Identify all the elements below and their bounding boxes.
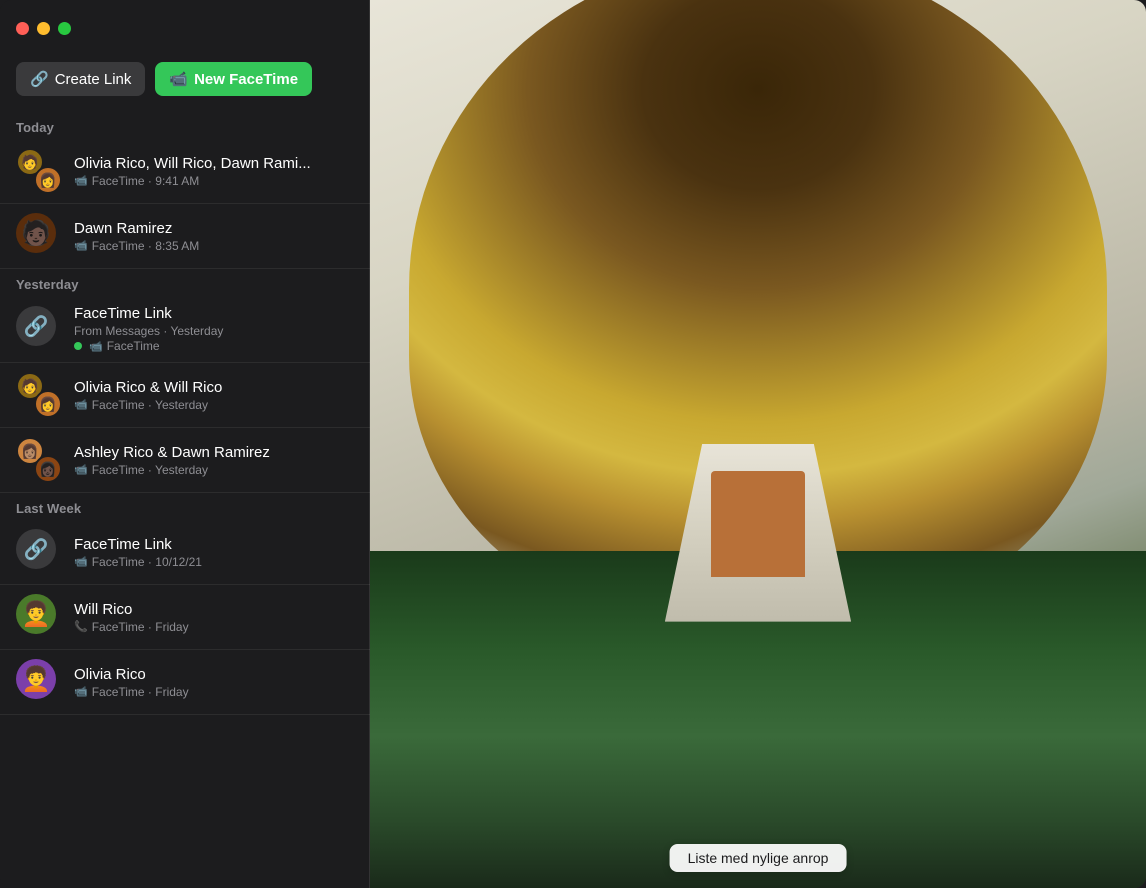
call-name: Ashley Rico & Dawn Ramirez [74, 444, 354, 461]
avatar: 🧑 👩 [16, 148, 62, 194]
call-type: FaceTime · 9:41 AM [92, 174, 200, 188]
list-item[interactable]: 🧑🏿 Dawn Ramirez 📹 FaceTime · 8:35 AM [0, 204, 370, 269]
new-facetime-button[interactable]: 📹 New FaceTime [155, 62, 312, 96]
call-meta-secondary: 📹 FaceTime [74, 339, 354, 353]
video-icon: 📹 [74, 174, 88, 187]
call-info: FaceTime Link From Messages · Yesterday … [74, 305, 354, 353]
titlebar [0, 0, 370, 52]
create-link-label: Create Link [55, 71, 132, 88]
source-badge [74, 342, 82, 350]
call-info: Olivia Rico 📹 FaceTime · Friday [74, 666, 354, 699]
call-meta: 📹 FaceTime · 9:41 AM [74, 174, 354, 188]
avatar: 🧑‍🦱 [16, 594, 62, 640]
section-header-yesterday: Yesterday [0, 269, 370, 296]
avatar: 🔗 [16, 529, 62, 575]
call-info: FaceTime Link 📹 FaceTime · 10/12/21 [74, 536, 354, 569]
list-item[interactable]: 🔗 FaceTime Link 📹 FaceTime · 10/12/21 [0, 520, 370, 585]
call-meta: 📹 FaceTime · Yesterday [74, 463, 354, 477]
list-item[interactable]: 🧑 👩 Olivia Rico, Will Rico, Dawn Rami...… [0, 139, 370, 204]
link-icon: 🔗 [30, 70, 49, 88]
call-meta: 📹 FaceTime · Yesterday [74, 398, 354, 412]
call-name: Olivia Rico, Will Rico, Dawn Rami... [74, 155, 354, 172]
avatar-small: 👩🏿 [34, 455, 62, 483]
avatar: 🔗 [16, 306, 62, 352]
list-item[interactable]: 🔗 FaceTime Link From Messages · Yesterda… [0, 296, 370, 363]
action-buttons: 🔗 Create Link 📹 New FaceTime [0, 52, 370, 112]
call-type: FaceTime · Yesterday [92, 398, 208, 412]
new-facetime-label: New FaceTime [194, 71, 298, 88]
sidebar: 🔗 Create Link 📹 New FaceTime Today 🧑 👩 [0, 0, 370, 888]
video-icon: 📹 [74, 463, 88, 476]
call-name: FaceTime Link [74, 536, 354, 553]
call-type: FaceTime · Yesterday [92, 463, 208, 477]
avatar: 👩🏽 👩🏿 [16, 437, 62, 483]
call-meta: 📞 FaceTime · Friday [74, 620, 354, 634]
call-meta: 📹 FaceTime · 10/12/21 [74, 555, 354, 569]
call-info: Dawn Ramirez 📹 FaceTime · 8:35 AM [74, 220, 354, 253]
maximize-button[interactable] [58, 22, 71, 35]
phone-icon: 📞 [74, 620, 88, 633]
call-name: FaceTime Link [74, 305, 354, 322]
call-name: Will Rico [74, 601, 354, 618]
link-avatar: 🔗 [16, 529, 56, 569]
avatar-single: 🧑‍🦱 [16, 594, 56, 634]
neck [711, 471, 804, 578]
traffic-lights [16, 22, 71, 35]
facetime-video: Liste med nylige anrop [370, 0, 1146, 888]
avatar-small: 👩 [34, 390, 62, 418]
call-type: FaceTime · 8:35 AM [92, 239, 200, 253]
call-type: FaceTime · Friday [92, 685, 189, 699]
minimize-button[interactable] [37, 22, 50, 35]
call-name: Dawn Ramirez [74, 220, 354, 237]
call-type: FaceTime · 10/12/21 [92, 555, 202, 569]
call-info: Will Rico 📞 FaceTime · Friday [74, 601, 354, 634]
list-item[interactable]: 🧑 👩 Olivia Rico & Will Rico 📹 FaceTime ·… [0, 363, 370, 428]
call-type: FaceTime [107, 339, 160, 353]
section-header-last-week: Last Week [0, 493, 370, 520]
call-type: FaceTime · Friday [92, 620, 189, 634]
list-item[interactable]: 🧑‍🦱 Will Rico 📞 FaceTime · Friday [0, 585, 370, 650]
caption: Liste med nylige anrop [670, 844, 847, 872]
app-window: 🔗 Create Link 📹 New FaceTime Today 🧑 👩 [0, 0, 1146, 888]
video-icon: 📹 [74, 685, 88, 698]
close-button[interactable] [16, 22, 29, 35]
caption-text: Liste med nylige anrop [688, 850, 829, 866]
avatar-single: 🧑🏿 [16, 213, 56, 253]
link-avatar: 🔗 [16, 306, 56, 346]
section-header-today: Today [0, 112, 370, 139]
video-icon: 📹 [89, 340, 103, 353]
list-item[interactable]: 👩🏽 👩🏿 Ashley Rico & Dawn Ramirez 📹 FaceT… [0, 428, 370, 493]
call-name: Olivia Rico [74, 666, 354, 683]
avatar-small: 👩 [34, 166, 62, 194]
list-item[interactable]: 🧑‍🦱 Olivia Rico 📹 FaceTime · Friday [0, 650, 370, 715]
avatar: 🧑‍🦱 [16, 659, 62, 705]
video-icon: 📹 [74, 398, 88, 411]
video-camera-icon: 📹 [169, 70, 188, 88]
call-info: Olivia Rico & Will Rico 📹 FaceTime · Yes… [74, 379, 354, 412]
call-info: Ashley Rico & Dawn Ramirez 📹 FaceTime · … [74, 444, 354, 477]
source-text: From Messages · Yesterday [74, 324, 223, 338]
create-link-button[interactable]: 🔗 Create Link [16, 62, 145, 96]
call-meta: 📹 FaceTime · Friday [74, 685, 354, 699]
avatar: 🧑 👩 [16, 372, 62, 418]
main-content: Liste med nylige anrop [370, 0, 1146, 888]
call-info: Olivia Rico, Will Rico, Dawn Rami... 📹 F… [74, 155, 354, 188]
avatar: 🧑🏿 [16, 213, 62, 259]
call-meta: 📹 FaceTime · 8:35 AM [74, 239, 354, 253]
video-icon: 📹 [74, 555, 88, 568]
avatar-single: 🧑‍🦱 [16, 659, 56, 699]
call-name: Olivia Rico & Will Rico [74, 379, 354, 396]
call-list: Today 🧑 👩 Olivia Rico, Will Rico, Dawn R… [0, 112, 370, 888]
call-meta: From Messages · Yesterday [74, 324, 354, 338]
video-icon: 📹 [74, 239, 88, 252]
